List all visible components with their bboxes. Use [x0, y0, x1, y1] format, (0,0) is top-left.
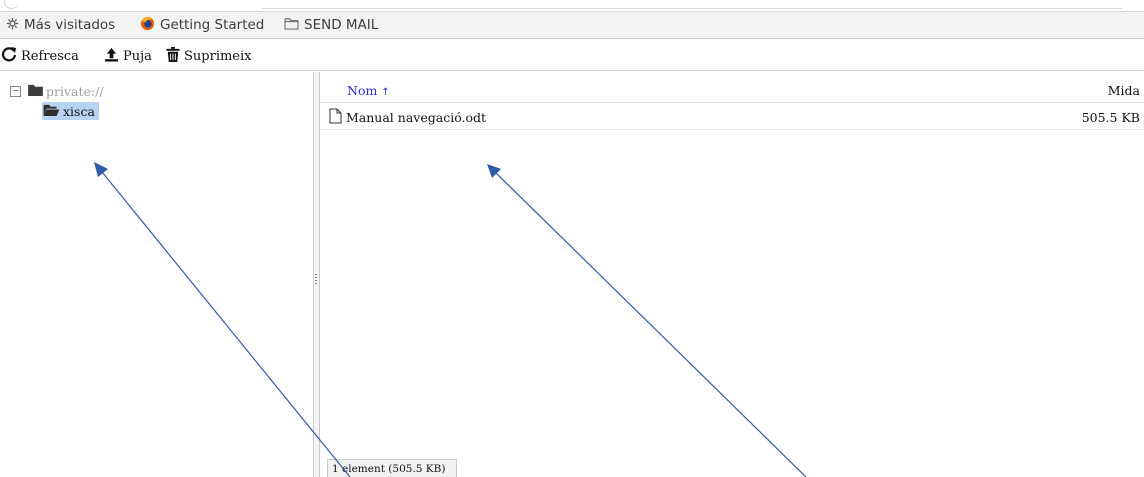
- bookmarks-toolbar: Más visitados Getting Started SEND MAIL: [0, 12, 1144, 39]
- file-list: Nom ↑ Mida Manual navegació.odt 505.5 KB: [320, 72, 1144, 477]
- trash-icon: [166, 46, 180, 66]
- file-size: 505.5 KB: [1081, 110, 1140, 125]
- tree-child-label: xisca: [63, 103, 95, 119]
- table-row[interactable]: Manual navegació.odt 505.5 KB: [320, 104, 1144, 130]
- document-icon: [329, 108, 342, 127]
- column-name-label: Nom: [347, 83, 378, 98]
- upload-icon: [104, 47, 119, 66]
- bookmark-send-mail[interactable]: SEND MAIL: [284, 16, 378, 34]
- refresh-icon: [1, 46, 17, 66]
- bookmark-label: Getting Started: [160, 17, 265, 33]
- tree-root-label: private://: [46, 83, 104, 99]
- folder-tree: − private:// xisca: [0, 72, 314, 477]
- column-size-label: Mida: [1107, 83, 1140, 98]
- bookmark-label: Más visitados: [24, 17, 116, 33]
- url-bar-edge: [262, 0, 1122, 9]
- column-header-name[interactable]: Nom ↑: [347, 83, 390, 98]
- sort-ascending-icon: ↑: [381, 87, 390, 98]
- gear-icon: [6, 17, 19, 34]
- delete-label: Suprimeix: [184, 48, 252, 64]
- browser-top-edge: [0, 0, 1144, 12]
- status-text: 1 element (505.5 KB): [332, 462, 446, 475]
- file-name-cell: Manual navegació.odt: [329, 108, 486, 127]
- bookmark-label: SEND MAIL: [304, 17, 379, 33]
- bookmark-most-visited[interactable]: Más visitados: [6, 16, 115, 34]
- file-list-header: Nom ↑ Mida: [320, 72, 1144, 103]
- firefox-icon: [140, 16, 155, 35]
- bookmark-getting-started[interactable]: Getting Started: [140, 16, 264, 34]
- splitter-grip: [315, 274, 317, 284]
- folder-icon: [28, 84, 43, 99]
- upload-button[interactable]: Puja: [104, 47, 152, 65]
- tab-curve: [4, 0, 19, 9]
- refresh-label: Refresca: [21, 48, 79, 64]
- file-name: Manual navegació.odt: [346, 110, 487, 125]
- collapse-icon[interactable]: −: [10, 85, 21, 97]
- status-bar: 1 element (505.5 KB): [327, 459, 457, 477]
- folder-icon: [284, 17, 299, 34]
- upload-label: Puja: [123, 48, 152, 64]
- delete-button[interactable]: Suprimeix: [166, 46, 252, 66]
- file-toolbar: Refresca Puja Suprimeix: [0, 42, 1144, 71]
- tree-item-xisca[interactable]: xisca: [42, 102, 99, 120]
- refresh-button[interactable]: Refresca: [1, 47, 79, 65]
- tree-item-private[interactable]: − private://: [10, 83, 104, 99]
- column-header-size[interactable]: Mida: [1108, 83, 1140, 98]
- open-folder-icon: [43, 104, 60, 119]
